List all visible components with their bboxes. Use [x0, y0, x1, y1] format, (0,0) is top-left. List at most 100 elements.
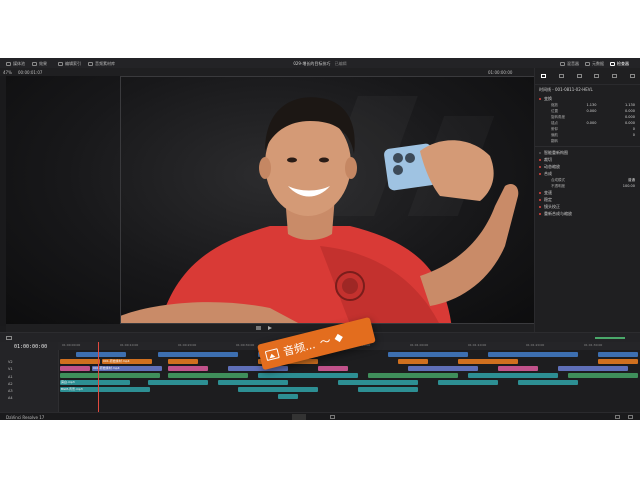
playhead[interactable] — [98, 342, 99, 412]
clip[interactable] — [76, 352, 126, 357]
enable-dot[interactable] — [539, 191, 541, 194]
image-tab-icon[interactable] — [611, 74, 617, 78]
opacity-field[interactable]: 100.00 — [623, 184, 635, 188]
clip[interactable] — [168, 366, 208, 371]
video-tab-icon[interactable] — [541, 74, 547, 78]
clip[interactable] — [398, 359, 428, 364]
clip[interactable] — [408, 366, 478, 371]
clip[interactable] — [278, 394, 298, 399]
enable-dot[interactable] — [539, 172, 541, 175]
zoom-level[interactable]: 47% — [3, 70, 12, 75]
enable-dot[interactable] — [539, 158, 541, 161]
clip[interactable] — [228, 366, 288, 371]
ruler-mark: 01:01:10:00 — [468, 343, 487, 347]
clip[interactable] — [458, 359, 518, 364]
enable-dot[interactable] — [539, 212, 541, 215]
clip[interactable] — [438, 380, 498, 385]
clip[interactable] — [338, 380, 418, 385]
file-tab-icon[interactable] — [629, 74, 635, 78]
clip[interactable] — [598, 352, 638, 357]
anchor-y-field[interactable]: 0.000 — [625, 121, 635, 125]
clip[interactable] — [60, 373, 160, 378]
clip[interactable] — [258, 373, 358, 378]
zoom-y-field[interactable]: 1.130 — [625, 103, 635, 107]
clip[interactable] — [168, 359, 198, 364]
clip[interactable] — [238, 387, 318, 392]
clip[interactable] — [358, 387, 418, 392]
home-icon[interactable] — [615, 415, 620, 419]
tab-mixer[interactable]: 混音器 — [560, 61, 579, 67]
clip[interactable] — [218, 380, 288, 385]
top-toolbar: 媒体池 效果 编辑索引 音频素材库 029-增长的目标技巧 已编辑 混音器 元数… — [0, 58, 640, 68]
transition-tab-icon[interactable] — [594, 74, 600, 78]
tab-metadata-label: 元数据 — [592, 61, 604, 66]
section-dynamic-zoom[interactable]: 动态缩放 — [535, 163, 640, 170]
clip-v1-main[interactable]: 001-原始素材.mp4 — [102, 359, 152, 364]
clip[interactable] — [158, 352, 238, 357]
composite-mode-select[interactable]: 普通 — [628, 178, 635, 183]
section-stabilization-label: 稳定 — [544, 196, 552, 202]
track-a2[interactable]: A2 — [8, 382, 13, 386]
viewer-canvas[interactable] — [6, 76, 534, 324]
clip[interactable] — [598, 359, 638, 364]
flip-row: 翻转 — [535, 138, 640, 144]
section-transform-label: 变换 — [544, 95, 552, 101]
position-y-field[interactable]: 0.000 — [625, 109, 635, 113]
clip[interactable] — [468, 373, 558, 378]
clip[interactable] — [518, 380, 578, 385]
section-transform[interactable]: 变换 — [535, 95, 640, 102]
section-smart-reframe[interactable]: 智能重新构图 — [535, 149, 640, 156]
clip[interactable] — [168, 373, 248, 378]
track-a1[interactable]: A1 — [8, 375, 13, 379]
clip[interactable] — [498, 366, 538, 371]
section-retime-scaling[interactable]: 重新合成与缩放 — [535, 210, 640, 217]
play-icon[interactable] — [268, 326, 272, 330]
section-lens-correction[interactable]: 镜头校正 — [535, 203, 640, 210]
clip[interactable] — [368, 373, 458, 378]
flip-label: 翻转 — [551, 138, 558, 143]
clip[interactable] — [558, 366, 628, 371]
enable-dot[interactable] — [539, 151, 541, 154]
clip-a1-main[interactable]: 001-原始素材.mp4 — [92, 366, 162, 371]
clip[interactable] — [488, 352, 578, 357]
section-dynamic-zoom-label: 动态缩放 — [544, 163, 560, 169]
clip[interactable] — [568, 373, 638, 378]
rotation-field[interactable]: 0.000 — [625, 115, 635, 119]
clip[interactable] — [148, 380, 208, 385]
resolve-window: 媒体池 效果 编辑索引 音频素材库 029-增长的目标技巧 已编辑 混音器 元数… — [0, 58, 640, 420]
enable-dot[interactable] — [539, 97, 541, 100]
track-v2[interactable]: V2 — [8, 360, 13, 364]
page-color-icon[interactable] — [330, 415, 335, 419]
clip[interactable] — [60, 359, 100, 364]
effects-tab-icon[interactable] — [576, 74, 582, 78]
yaw-field[interactable]: 0 — [633, 133, 635, 137]
tab-inspector[interactable]: 检查器 — [610, 61, 629, 67]
section-speed-change[interactable]: 变速 — [535, 189, 640, 196]
clip[interactable] — [388, 352, 468, 357]
enable-dot[interactable] — [539, 165, 541, 168]
zoom-x-field[interactable]: 1.130 — [586, 103, 596, 107]
pitch-field[interactable]: 0 — [633, 127, 635, 131]
enable-dot[interactable] — [539, 205, 541, 208]
lane-a2 — [58, 373, 640, 379]
layout-icon[interactable] — [6, 336, 12, 340]
tab-metadata[interactable]: 元数据 — [585, 61, 604, 67]
section-composite[interactable]: 合成 — [535, 170, 640, 177]
section-stabilization[interactable]: 稳定 — [535, 196, 640, 203]
track-v1[interactable]: V1 — [8, 367, 13, 371]
track-a4[interactable]: A4 — [8, 396, 13, 400]
settings-icon[interactable] — [628, 415, 633, 419]
clip-a4-main[interactable]: BGM-背景.mp3 — [60, 387, 150, 392]
clip[interactable] — [60, 366, 90, 371]
ruler-mark: 01:00:00:00 — [62, 343, 81, 347]
page-edit-icon[interactable] — [292, 414, 306, 420]
audio-tab-icon[interactable] — [558, 74, 564, 78]
clip[interactable] — [318, 366, 348, 371]
track-a3[interactable]: A3 — [8, 389, 13, 393]
stop-icon[interactable] — [256, 326, 261, 330]
enable-dot[interactable] — [539, 198, 541, 201]
section-crop[interactable]: 裁切 — [535, 156, 640, 163]
position-x-field[interactable]: 0.000 — [586, 109, 596, 113]
clip-a3-main[interactable]: 旁白.mp3 — [60, 380, 130, 385]
anchor-x-field[interactable]: 0.000 — [586, 121, 596, 125]
